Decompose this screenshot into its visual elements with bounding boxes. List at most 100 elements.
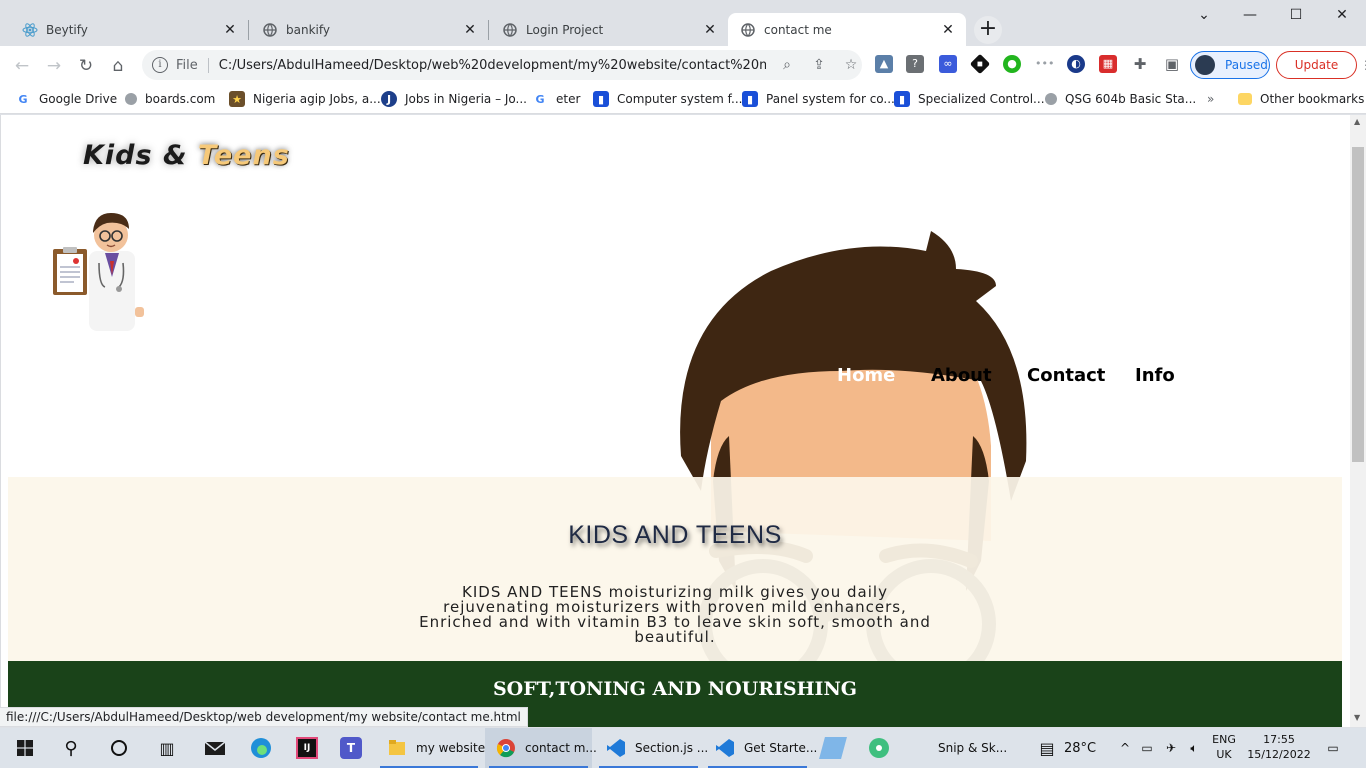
tab-contact-me[interactable]: contact me ✕ xyxy=(728,13,966,46)
scroll-up-arrow-icon[interactable]: ▲ xyxy=(1354,117,1360,126)
intellij-icon: IJ xyxy=(296,737,318,759)
extension-icon[interactable]: ∞ xyxy=(939,55,957,73)
puzzle-icon[interactable]: ✚ xyxy=(1131,55,1149,73)
network-icon: ✈ xyxy=(1165,741,1177,755)
window-close-button[interactable]: ✕ xyxy=(1319,0,1365,30)
nav-info[interactable]: Info xyxy=(1135,365,1175,386)
share-icon[interactable]: ⇪ xyxy=(808,57,830,73)
tab-beytify[interactable]: Beytify ✕ xyxy=(10,13,248,46)
taskbar-app-label: contact m... xyxy=(525,741,597,755)
tab-bankify[interactable]: bankify ✕ xyxy=(250,13,488,46)
new-tab-button[interactable]: + xyxy=(974,16,1002,44)
notifications-button[interactable]: ▭ xyxy=(1322,728,1344,768)
task-view-button[interactable]: ▥ xyxy=(156,728,178,768)
edge-button[interactable] xyxy=(250,728,272,768)
language-indicator[interactable]: ENG UK xyxy=(1206,728,1242,768)
doc-icon: ▮ xyxy=(742,91,758,107)
pen-app-button[interactable] xyxy=(819,728,847,768)
tab-login-project[interactable]: Login Project ✕ xyxy=(490,13,728,46)
taskbar-app-label: Get Starte... xyxy=(744,741,818,755)
help-extension-icon[interactable]: ? xyxy=(906,55,924,73)
bookmarks-overflow-button[interactable]: » xyxy=(1207,89,1214,109)
language-code: ENG xyxy=(1212,733,1236,746)
brand-accent-text: Teens xyxy=(197,140,290,171)
other-bookmarks[interactable]: Other bookmarks xyxy=(1238,89,1364,109)
doctor-illustration xyxy=(53,213,144,331)
taskbar-app-label: Snip & Sk... xyxy=(938,741,1008,755)
bookmark-google-drive[interactable]: G Google Drive xyxy=(15,89,117,109)
back-button[interactable]: ← xyxy=(8,52,36,80)
address-bar[interactable]: i File C:/Users/AbdulHameed/Desktop/web%… xyxy=(142,50,862,80)
teams-icon: T xyxy=(340,737,362,759)
band-title: SOFT,TONING AND NOURISHING xyxy=(492,678,858,700)
profile-button[interactable]: Paused xyxy=(1190,51,1270,79)
forward-button[interactable]: → xyxy=(40,52,68,80)
bookmark-panel-system[interactable]: ▮ Panel system for co... xyxy=(742,89,895,109)
bookmark-computer-system[interactable]: ▮ Computer system f... xyxy=(593,89,742,109)
bookmark-agip-jobs[interactable]: ★ Nigeria agip Jobs, a... xyxy=(229,89,381,109)
volume-button[interactable]: 🔈︎ xyxy=(1183,728,1205,768)
battery-button[interactable]: ▭ xyxy=(1136,728,1158,768)
teams-button[interactable]: T xyxy=(340,728,362,768)
intellij-button[interactable]: IJ xyxy=(296,728,318,768)
extension-icon[interactable]: ••• xyxy=(1035,55,1054,73)
tab-title: bankify xyxy=(286,22,330,37)
atom-app-button[interactable] xyxy=(868,728,890,768)
bookmark-jobs-nigeria[interactable]: J Jobs in Nigeria – Jo... xyxy=(381,89,527,109)
react-icon xyxy=(22,22,38,38)
web-page: Kids & Teens Home About Contact Info KID… xyxy=(0,115,1350,727)
git-extension-icon[interactable]: ◆ xyxy=(969,53,991,75)
extension-icon[interactable]: ● xyxy=(1003,55,1021,73)
network-button[interactable]: ✈ xyxy=(1160,728,1182,768)
windows-taskbar: ⚲ ▥ IJ T my website contact m... Section… xyxy=(0,728,1366,768)
side-panel-icon[interactable]: ▣ xyxy=(1163,55,1181,73)
search-button[interactable]: ⚲ xyxy=(60,728,82,768)
extension-icon[interactable]: ◐ xyxy=(1067,55,1085,73)
site-logo[interactable]: Kids & Teens xyxy=(83,140,290,171)
tab-search-button[interactable]: ⌄ xyxy=(1181,0,1227,30)
bookmark-qsg[interactable]: QSG 604b Basic Sta... xyxy=(1045,89,1196,109)
extension-icon[interactable]: ▦ xyxy=(1099,55,1117,73)
bookmark-star-icon[interactable]: ☆ xyxy=(840,57,862,73)
home-button[interactable]: ⌂ xyxy=(104,52,132,80)
start-button[interactable] xyxy=(12,728,38,768)
bookmark-label: Panel system for co... xyxy=(766,92,895,106)
scroll-down-arrow-icon[interactable]: ▼ xyxy=(1354,713,1360,722)
clock[interactable]: 17:55 15/12/2022 xyxy=(1246,728,1312,768)
globe-icon xyxy=(502,22,518,38)
chevron-up-icon: ^ xyxy=(1119,741,1131,755)
taskbar-app-vscode-section[interactable]: Section.js ... xyxy=(595,728,708,768)
weather-temp: 28°C xyxy=(1064,740,1097,756)
update-button[interactable]: Update xyxy=(1276,51,1357,79)
bookmark-eter[interactable]: G eter xyxy=(532,89,580,109)
scrollbar-thumb[interactable] xyxy=(1352,147,1364,462)
mail-button[interactable] xyxy=(204,728,226,768)
taskbar-app-snip-sketch[interactable]: Snip & Sk... xyxy=(928,728,1020,768)
taskbar-app-vscode-get-started[interactable]: Get Starte... xyxy=(704,728,817,768)
bookmark-specialized-control[interactable]: ▮ Specialized Control... xyxy=(894,89,1045,109)
avatar xyxy=(1195,55,1215,75)
nav-contact[interactable]: Contact xyxy=(1027,365,1105,386)
nav-home[interactable]: Home xyxy=(837,365,895,386)
nav-about[interactable]: About xyxy=(931,365,992,386)
maximize-button[interactable]: ☐ xyxy=(1273,0,1319,30)
tray-overflow-button[interactable]: ^ xyxy=(1114,728,1136,768)
taskbar-app-label: my website xyxy=(416,741,486,755)
url-text[interactable]: C:/Users/AbdulHameed/Desktop/web%20devel… xyxy=(219,58,766,73)
taskbar-app-chrome[interactable]: contact m... xyxy=(485,728,597,768)
taskbar-app-my-website[interactable]: my website xyxy=(376,728,486,768)
close-icon[interactable]: ✕ xyxy=(702,22,718,38)
close-icon[interactable]: ✕ xyxy=(462,22,478,38)
close-icon[interactable]: ✕ xyxy=(940,22,956,38)
minimize-button[interactable]: — xyxy=(1227,0,1273,30)
weather-widget[interactable]: ▤ 28°C xyxy=(1036,728,1096,768)
cortana-button[interactable] xyxy=(108,728,130,768)
bookmark-boards[interactable]: boards.com xyxy=(125,89,215,109)
more-icon[interactable]: ⋮ xyxy=(1360,58,1366,72)
extension-icon[interactable]: ▲ xyxy=(875,55,893,73)
info-icon[interactable]: i xyxy=(152,57,168,73)
close-icon[interactable]: ✕ xyxy=(222,22,238,38)
page-scrollbar[interactable]: ▲ ▼ xyxy=(1350,115,1366,727)
reload-button[interactable]: ↻ xyxy=(72,52,100,80)
zoom-icon[interactable]: ⌕ xyxy=(776,57,798,73)
